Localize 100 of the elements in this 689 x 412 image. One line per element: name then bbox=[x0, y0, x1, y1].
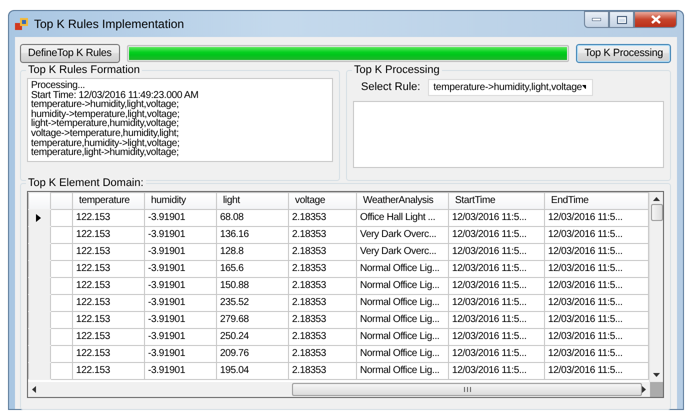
table-cell: Normal Office Lig... bbox=[356, 312, 448, 328]
table-cell: 12/03/2016 11:5... bbox=[448, 260, 544, 278]
log-line: temperature->humidity,light,voltage; bbox=[31, 100, 180, 110]
log-line: light->temperature,humidity,voltage; bbox=[31, 119, 180, 129]
table-cell: 2.18353 bbox=[288, 278, 356, 294]
table-cell: Normal Office Lig... bbox=[356, 260, 448, 278]
scroll-thumb[interactable] bbox=[292, 383, 642, 396]
table-cell: Normal Office Lig... bbox=[356, 362, 448, 380]
table-cell: 250.24 bbox=[216, 328, 288, 346]
group-title: Top K Rules Formation bbox=[26, 64, 142, 76]
scroll-left-icon[interactable] bbox=[32, 386, 36, 393]
group-title: Top K Processing bbox=[352, 64, 442, 76]
table-cell: -3.91901 bbox=[144, 244, 216, 260]
table-cell: 122.153 bbox=[72, 244, 144, 260]
column-header[interactable]: voltage bbox=[288, 192, 356, 210]
dropdown-arrow-icon bbox=[582, 85, 586, 89]
processing-button[interactable]: Top K Processing bbox=[576, 44, 671, 62]
table-cell: 12/03/2016 11:5... bbox=[544, 244, 648, 260]
table-cell: Normal Office Lig... bbox=[356, 346, 448, 362]
table-cell: 235.52 bbox=[216, 294, 288, 312]
column-header[interactable]: temperature bbox=[72, 192, 144, 210]
table-cell: 12/03/2016 11:5... bbox=[544, 312, 648, 328]
table-cell: 12/03/2016 11:5... bbox=[448, 294, 544, 312]
table-cell: 122.153 bbox=[72, 294, 144, 312]
column-header[interactable]: light bbox=[216, 192, 288, 210]
maximize-button[interactable] bbox=[609, 11, 634, 28]
table-cell: 122.153 bbox=[72, 260, 144, 278]
table-cell: 2.18353 bbox=[288, 346, 356, 362]
table-cell: 2.18353 bbox=[288, 244, 356, 260]
table-cell: 12/03/2016 11:5... bbox=[544, 226, 648, 244]
table-cell: 12/03/2016 11:5... bbox=[544, 328, 648, 346]
table-cell: 12/03/2016 11:5... bbox=[544, 278, 648, 294]
table-cell: 122.153 bbox=[72, 346, 144, 362]
table-cell: -3.91901 bbox=[144, 294, 216, 312]
maximize-icon bbox=[616, 16, 626, 24]
table-cell: 122.153 bbox=[72, 226, 144, 244]
table-cell: 12/03/2016 11:5... bbox=[544, 362, 648, 380]
table-cell: 2.18353 bbox=[288, 362, 356, 380]
table-cell: Normal Office Lig... bbox=[356, 294, 448, 312]
vertical-scrollbar[interactable] bbox=[649, 192, 663, 382]
table-cell: 12/03/2016 11:5... bbox=[448, 278, 544, 294]
table-cell: 122.153 bbox=[72, 210, 144, 226]
row-indicator-icon bbox=[36, 214, 41, 222]
table-cell: 128.8 bbox=[216, 244, 288, 260]
column-header[interactable]: StartTime bbox=[448, 192, 544, 210]
close-icon bbox=[650, 15, 660, 24]
scroll-up-icon[interactable] bbox=[653, 197, 660, 201]
table-cell: 136.16 bbox=[216, 226, 288, 244]
close-button[interactable] bbox=[634, 11, 677, 28]
table-cell: 2.18353 bbox=[288, 210, 356, 226]
table-cell: -3.91901 bbox=[144, 346, 216, 362]
table-cell: 12/03/2016 11:5... bbox=[448, 346, 544, 362]
table-cell: 68.08 bbox=[216, 210, 288, 226]
table-cell: -3.91901 bbox=[144, 210, 216, 226]
table-cell: 12/03/2016 11:5... bbox=[544, 346, 648, 362]
table-cell: -3.91901 bbox=[144, 328, 216, 346]
group-title: Top K Element Domain: bbox=[26, 177, 146, 189]
minimize-icon bbox=[592, 18, 601, 21]
table-cell: 12/03/2016 11:5... bbox=[448, 226, 544, 244]
column-header[interactable]: WeatherAnalysis bbox=[356, 192, 448, 210]
table-cell: Normal Office Lig... bbox=[356, 328, 448, 346]
table-cell: 279.68 bbox=[216, 312, 288, 328]
table-cell: Normal Office Lig... bbox=[356, 278, 448, 294]
table-cell: 150.88 bbox=[216, 278, 288, 294]
table-cell: 12/03/2016 11:5... bbox=[544, 210, 648, 226]
log-line: Start Time: 12/03/2016 11:49:23.000 AM bbox=[31, 90, 200, 100]
define-rules-button[interactable]: DefineTop K Rules bbox=[20, 44, 120, 62]
table-cell: 12/03/2016 11:5... bbox=[544, 260, 648, 278]
column-header[interactable]: EndTime bbox=[544, 192, 648, 210]
table-cell: -3.91901 bbox=[144, 226, 216, 244]
window-title: Top K Rules Implementation bbox=[34, 17, 184, 31]
table-cell: 12/03/2016 11:5... bbox=[448, 210, 544, 226]
log-line: voltage->temperature,humidity,light; bbox=[31, 128, 180, 139]
table-cell: 122.153 bbox=[72, 278, 144, 294]
table-cell: 2.18353 bbox=[288, 294, 356, 312]
table-cell: 165.6 bbox=[216, 260, 288, 278]
table-cell: 2.18353 bbox=[288, 226, 356, 244]
scroll-down-icon[interactable] bbox=[653, 373, 660, 377]
table-cell: -3.91901 bbox=[144, 278, 216, 294]
grip-icon bbox=[464, 387, 470, 392]
table-cell: 122.153 bbox=[72, 328, 144, 346]
row-header[interactable] bbox=[28, 210, 50, 226]
table-cell: 2.18353 bbox=[288, 260, 356, 278]
table-cell: 122.153 bbox=[72, 312, 144, 328]
log-line: temperature,light->humidity,voltage; bbox=[31, 148, 180, 158]
log-line: Processing... bbox=[31, 81, 85, 91]
rule-dropdown[interactable]: temperature->humidity,light,voltage bbox=[428, 78, 594, 96]
scroll-thumb[interactable] bbox=[650, 204, 662, 221]
log-line: temperature,humidity->light,voltage; bbox=[31, 138, 180, 148]
table-cell: 12/03/2016 11:5... bbox=[448, 362, 544, 380]
table-cell: 122.153 bbox=[72, 362, 144, 380]
table-cell: 12/03/2016 11:5... bbox=[448, 244, 544, 260]
table-cell: 2.18353 bbox=[288, 328, 356, 346]
horizontal-scrollbar[interactable] bbox=[28, 382, 650, 397]
table-cell: 195.04 bbox=[216, 362, 288, 380]
column-header[interactable]: humidity bbox=[144, 192, 216, 210]
table-cell: Very Dark Overc... bbox=[356, 226, 448, 244]
app-icon bbox=[15, 18, 28, 30]
minimize-button[interactable] bbox=[584, 11, 609, 28]
table-cell: 12/03/2016 11:5... bbox=[448, 328, 544, 346]
